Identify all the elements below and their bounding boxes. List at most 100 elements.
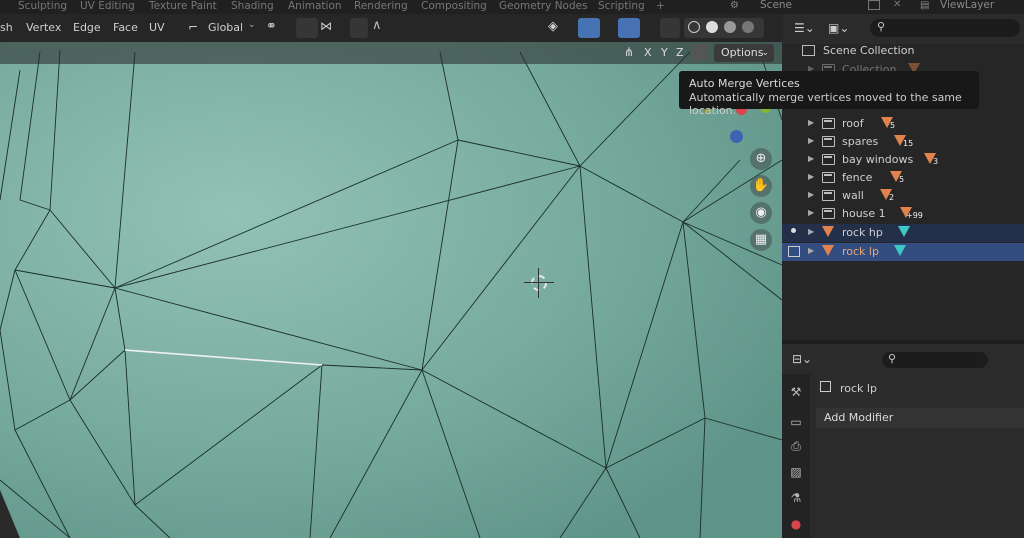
snap-toggle[interactable]	[296, 18, 318, 38]
view-layer-stack-icon[interactable]: ▤	[920, 0, 929, 11]
pivot-icon[interactable]: ⚭	[266, 19, 277, 34]
collection-icon	[822, 154, 835, 165]
zoom-icon[interactable]: ⊕	[750, 148, 772, 170]
output-tab-icon[interactable]: ⎙	[788, 438, 804, 454]
outliner-row-roof[interactable]: ▶ roof 5	[782, 115, 1024, 133]
scene-label[interactable]: Scene	[760, 0, 792, 11]
collection-label: roof	[842, 117, 864, 130]
collection-label: spares	[842, 135, 879, 148]
tab-rendering[interactable]: Rendering	[354, 0, 408, 12]
transform-orientation-icon[interactable]: ⌐	[188, 20, 198, 34]
tool-tab-icon[interactable]: ⚒	[788, 384, 804, 400]
axis-z-toggle[interactable]: Z	[676, 46, 684, 59]
mesh-data-icon[interactable]	[898, 226, 910, 237]
collection-icon	[822, 118, 835, 129]
axis-x-toggle[interactable]: X	[644, 46, 652, 59]
tab-scripting[interactable]: Scripting	[598, 0, 645, 12]
viewport-header: sh Vertex Edge Face UV ⌐ Global ⌄ ⚭ ⋈ ∧ …	[0, 14, 782, 42]
view-layer-label[interactable]: ViewLayer	[940, 0, 994, 11]
options-dropdown[interactable]: Options ⌄	[714, 44, 774, 62]
outliner-search-input[interactable]: ⚲	[870, 19, 1020, 37]
collection-label: wall	[842, 189, 864, 202]
tooltip-title: Auto Merge Vertices	[689, 77, 800, 90]
proportional-edit-toggle[interactable]	[350, 18, 368, 38]
view-layer-tab-icon[interactable]: ▨	[788, 464, 804, 480]
perspective-grid-icon[interactable]: ▦	[750, 229, 772, 251]
object-icon	[820, 381, 831, 392]
material-shading-icon[interactable]	[724, 21, 736, 33]
outliner-row-wall[interactable]: ▶ wall 2	[782, 187, 1024, 205]
expand-arrow-icon[interactable]: ▶	[808, 172, 814, 181]
tab-sculpting[interactable]: Sculpting	[18, 0, 67, 12]
expand-arrow-icon[interactable]: ▶	[808, 154, 814, 163]
outliner-row-scene-collection[interactable]: Scene Collection	[782, 42, 1024, 60]
expand-arrow-icon[interactable]: ▶	[808, 227, 814, 236]
expand-arrow-icon[interactable]: ▶	[808, 208, 814, 217]
3d-cursor[interactable]	[524, 268, 554, 298]
xray-toggle[interactable]	[660, 18, 680, 38]
properties-editor-type-icon[interactable]: ⊟⌄	[792, 352, 812, 366]
search-icon: ⚲	[888, 352, 897, 365]
rendered-shading-icon[interactable]	[742, 21, 754, 33]
expand-arrow-icon[interactable]: ▶	[808, 136, 814, 145]
scene-tab-icon[interactable]: ⚗	[788, 490, 804, 506]
tab-texture-paint[interactable]: Texture Paint	[149, 0, 217, 12]
transform-orientation-dropdown[interactable]: Global	[208, 21, 243, 34]
expand-arrow-icon[interactable]: ▶	[808, 246, 814, 255]
edit-mode-icon[interactable]	[788, 246, 800, 257]
outliner-row-spares[interactable]: ▶ spares 15	[782, 133, 1024, 151]
menu-mesh[interactable]: sh	[0, 21, 13, 34]
properties-search-input[interactable]: ⚲	[882, 352, 988, 368]
3d-viewport[interactable]: ⊕ ✋ ◉ ▦	[0, 42, 782, 538]
menu-face[interactable]: Face	[113, 21, 138, 34]
object-label: rock hp	[842, 226, 883, 239]
outliner-row-fence[interactable]: ▶ fence 5	[782, 169, 1024, 187]
shading-mode-group[interactable]	[684, 18, 764, 38]
tab-shading[interactable]: Shading	[231, 0, 274, 12]
edit-mode-dot-icon[interactable]	[791, 228, 796, 233]
gizmo-toggle[interactable]	[578, 18, 600, 38]
view-layer-icon[interactable]	[868, 0, 880, 10]
close-icon[interactable]: ✕	[893, 0, 901, 10]
expand-arrow-icon[interactable]: ▶	[808, 118, 814, 127]
tab-animation[interactable]: Animation	[288, 0, 342, 12]
tab-uv-editing[interactable]: UV Editing	[80, 0, 135, 12]
snap-target-icon[interactable]: ⋈	[320, 19, 332, 33]
search-icon: ⚲	[877, 20, 886, 33]
menu-edge[interactable]: Edge	[73, 21, 101, 34]
select-mode-icon[interactable]: ◈	[548, 19, 558, 34]
nav-gizmo-z-dot[interactable]	[730, 130, 743, 143]
mesh-object-icon	[822, 226, 834, 237]
render-tab-icon[interactable]: ▭	[788, 414, 804, 430]
tab-geometry-nodes[interactable]: Geometry Nodes	[499, 0, 588, 12]
wireframe-shading-icon[interactable]	[688, 21, 700, 33]
camera-view-icon[interactable]: ◉	[750, 202, 772, 224]
add-workspace-button[interactable]: +	[656, 0, 665, 12]
pan-hand-icon[interactable]: ✋	[750, 175, 772, 197]
mesh-data-icon[interactable]	[894, 245, 906, 256]
outliner-row-bay-windows[interactable]: ▶ bay windows 3	[782, 151, 1024, 169]
overlay-toggle[interactable]	[618, 18, 640, 38]
options-label: Options	[721, 46, 764, 59]
menu-uv[interactable]: UV	[149, 21, 165, 34]
mesh-count: 3	[933, 157, 939, 166]
solid-shading-icon[interactable]	[706, 21, 718, 33]
collection-icon	[822, 172, 835, 183]
menu-vertex[interactable]: Vertex	[26, 21, 61, 34]
outliner-row-rock-hp[interactable]: ▶ rock hp	[782, 224, 1024, 242]
outliner-display-mode-icon[interactable]: ▣⌄	[828, 21, 849, 35]
outliner-editor-type-icon[interactable]: ☰⌄	[794, 21, 815, 35]
proportional-falloff-icon[interactable]: ∧	[372, 18, 382, 33]
expand-arrow-icon[interactable]: ▶	[808, 190, 814, 199]
mirror-icon[interactable]: ⋔	[624, 45, 634, 59]
auto-merge-vertices-button[interactable]	[692, 44, 708, 60]
outliner-row-house-1[interactable]: ▶ house 1 +99	[782, 205, 1024, 223]
add-modifier-button[interactable]: Add Modifier	[816, 408, 1024, 428]
outliner-row-rock-lp[interactable]: ▶ rock lp	[782, 243, 1024, 261]
mesh-wireframe	[0, 42, 782, 538]
mesh-count: 2	[889, 193, 895, 202]
axis-y-toggle[interactable]: Y	[661, 46, 668, 59]
world-tab-icon[interactable]: ●	[788, 516, 804, 532]
scene-icon[interactable]: ⚙	[730, 0, 739, 11]
tab-compositing[interactable]: Compositing	[421, 0, 487, 12]
